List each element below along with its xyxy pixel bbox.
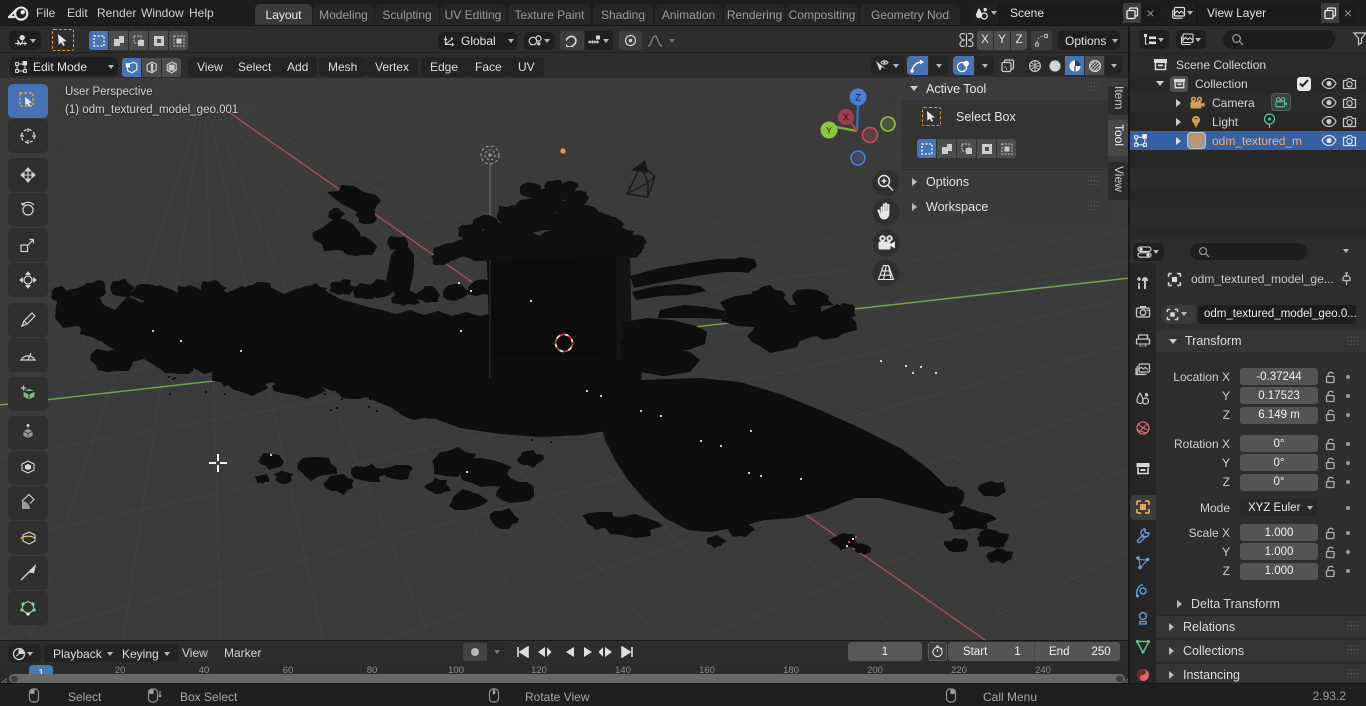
- svg-text:Z: Z: [855, 93, 861, 104]
- svg-text:Y: Y: [826, 126, 833, 137]
- svg-text:X: X: [843, 113, 850, 124]
